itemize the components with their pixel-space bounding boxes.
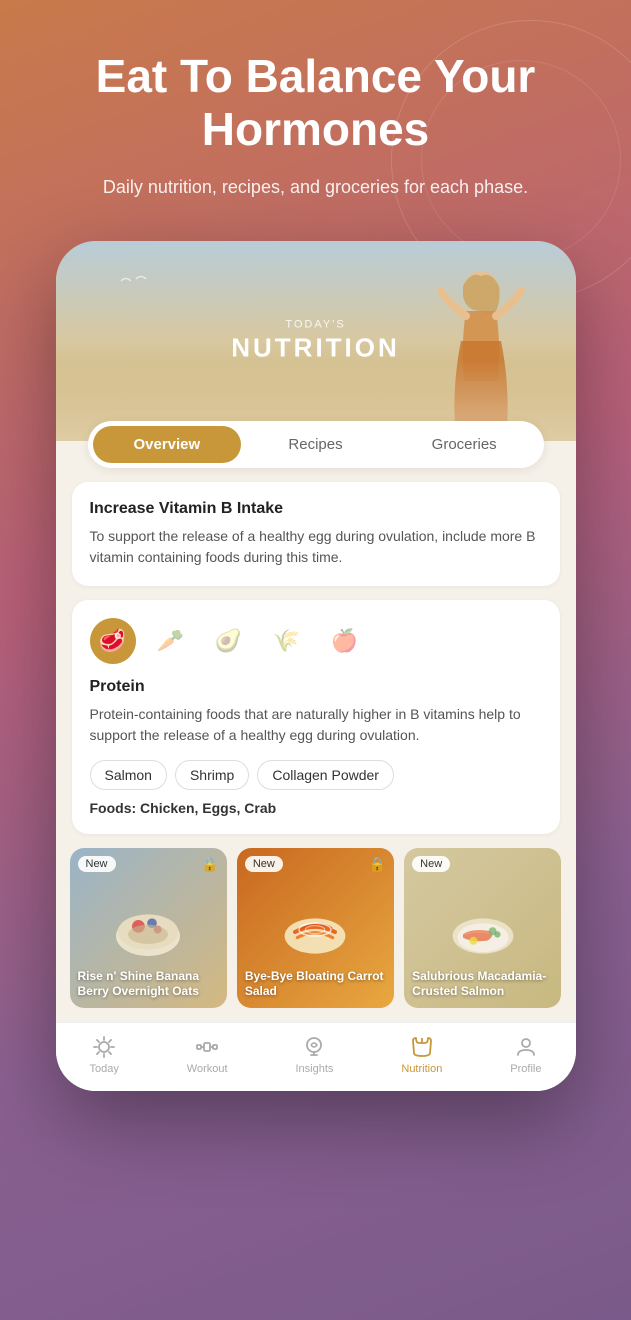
- foods-list: Foods: Chicken, Eggs, Crab: [90, 800, 542, 816]
- tip-text: To support the release of a healthy egg …: [90, 526, 542, 568]
- hero-section: Eat To Balance Your Hormones Daily nutri…: [0, 0, 631, 221]
- nav-item-workout[interactable]: Workout: [187, 1035, 228, 1075]
- nav-label-workout: Workout: [187, 1063, 228, 1075]
- nutrition-hero-image: TODAY'S NUTRITION: [56, 241, 576, 441]
- nutrition-header-label: TODAY'S NUTRITION: [231, 318, 400, 363]
- nav-item-nutrition[interactable]: Nutrition: [401, 1035, 442, 1075]
- hero-subtitle: Daily nutrition, recipes, and groceries …: [40, 174, 591, 201]
- content-area: Increase Vitamin B Intake To support the…: [56, 468, 576, 1022]
- nav-label-today: Today: [89, 1063, 118, 1075]
- recipe-card-3[interactable]: New Salubrious Macadamia-Crusted Salmon: [404, 848, 561, 1008]
- tab-overview[interactable]: Overview: [93, 426, 242, 463]
- tip-title: Increase Vitamin B Intake: [90, 500, 542, 518]
- recipe-row: New 🔒 Rise n' Shine Banana Berry Overnig…: [70, 848, 562, 1008]
- insights-icon: [302, 1035, 326, 1059]
- food-icons-row: 🥩 🥕 🥑 🌾 🍎: [90, 618, 542, 664]
- nav-item-profile[interactable]: Profile: [510, 1035, 541, 1075]
- food-icon-apple[interactable]: 🍎: [322, 618, 368, 664]
- recipe-1-lock-icon: 🔒: [201, 856, 218, 873]
- today-label: TODAY'S: [231, 318, 400, 330]
- recipe-card-1[interactable]: New 🔒 Rise n' Shine Banana Berry Overnig…: [70, 848, 227, 1008]
- workout-icon: [195, 1035, 219, 1059]
- nav-item-today[interactable]: Today: [89, 1035, 118, 1075]
- food-icon-grain[interactable]: 🌾: [264, 618, 310, 664]
- food-tag-salmon[interactable]: Salmon: [90, 760, 167, 790]
- nav-label-insights: Insights: [296, 1063, 334, 1075]
- tab-groceries[interactable]: Groceries: [390, 426, 539, 463]
- recipe-card-2[interactable]: New 🔒 Bye-Bye Bloating Carrot Salad: [237, 848, 394, 1008]
- profile-icon: [514, 1035, 538, 1059]
- nav-label-nutrition: Nutrition: [401, 1063, 442, 1075]
- nav-label-profile: Profile: [510, 1063, 541, 1075]
- food-section: 🥩 🥕 🥑 🌾 🍎 Protein Protein-containing foo…: [72, 600, 560, 834]
- food-icon-protein[interactable]: 🥩: [90, 618, 136, 664]
- section-title: Protein: [90, 678, 542, 696]
- tab-recipes[interactable]: Recipes: [241, 426, 390, 463]
- nutrition-icon: [410, 1035, 434, 1059]
- recipe-1-badge: New: [78, 856, 116, 872]
- bottom-nav: Today Workout Insights: [56, 1022, 576, 1091]
- birds-decoration: [116, 271, 176, 291]
- food-tag-collagen[interactable]: Collagen Powder: [257, 760, 394, 790]
- recipe-2-badge: New: [245, 856, 283, 872]
- tip-card: Increase Vitamin B Intake To support the…: [72, 482, 560, 586]
- food-icon-avocado[interactable]: 🥑: [206, 618, 252, 664]
- recipe-2-lock-icon: 🔒: [369, 856, 386, 873]
- food-tag-shrimp[interactable]: Shrimp: [175, 760, 249, 790]
- recipe-1-title: Rise n' Shine Banana Berry Overnight Oat…: [78, 969, 219, 1000]
- recipe-3-badge: New: [412, 856, 450, 872]
- food-tags: Salmon Shrimp Collagen Powder: [90, 760, 542, 790]
- hero-title: Eat To Balance Your Hormones: [40, 50, 591, 156]
- recipe-2-title: Bye-Bye Bloating Carrot Salad: [245, 969, 386, 1000]
- nav-item-insights[interactable]: Insights: [296, 1035, 334, 1075]
- phone-mockup: TODAY'S NUTRITION Overview Recipes Groce…: [56, 241, 576, 1091]
- food-icon-carrot[interactable]: 🥕: [148, 618, 194, 664]
- nutrition-label: NUTRITION: [231, 332, 400, 362]
- recipe-3-title: Salubrious Macadamia-Crusted Salmon: [412, 969, 553, 1000]
- today-icon: [92, 1035, 116, 1059]
- recipe-1-illustration: [108, 888, 188, 968]
- recipe-3-illustration: [443, 888, 523, 968]
- tabs-container: Overview Recipes Groceries: [88, 421, 544, 468]
- recipe-2-illustration: [275, 888, 355, 968]
- section-desc: Protein-containing foods that are natura…: [90, 704, 542, 746]
